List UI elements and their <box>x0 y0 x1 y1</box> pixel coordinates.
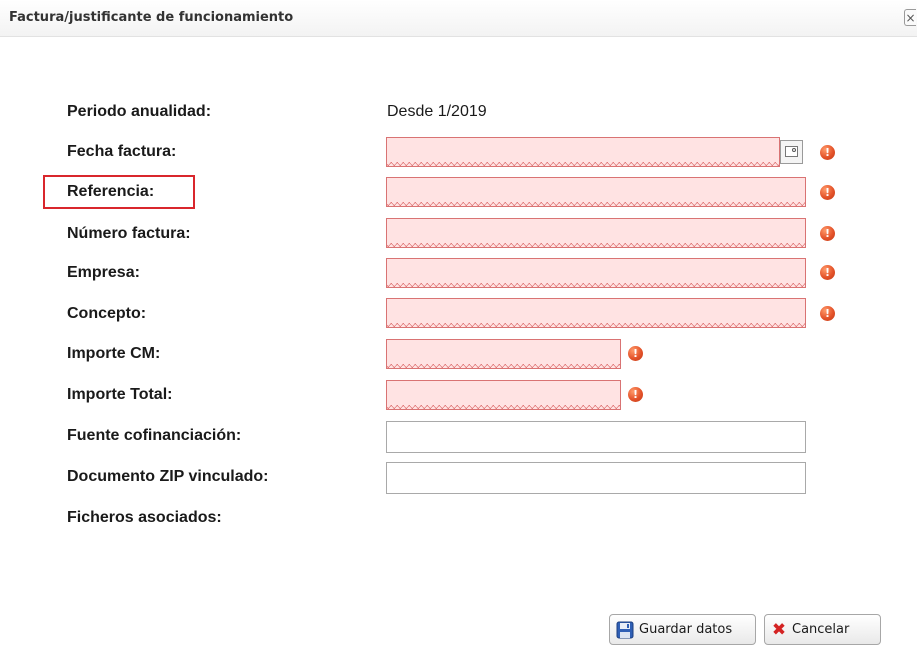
dialog-title: Factura/justificante de funcionamiento <box>9 10 294 25</box>
calendar-icon <box>785 146 798 157</box>
label-concepto: Concepto: <box>67 305 147 322</box>
dialog-titlebar: Factura/justificante de funcionamiento × <box>0 0 917 37</box>
floppy-disk-icon <box>616 621 634 639</box>
cancel-button-label: Cancelar <box>792 622 850 637</box>
empresa-input[interactable] <box>386 258 806 288</box>
close-icon: × <box>905 11 916 25</box>
concepto-input[interactable] <box>386 298 806 328</box>
warning-icon: ! <box>820 265 835 280</box>
calendar-button[interactable] <box>780 140 803 164</box>
warning-icon: ! <box>820 306 835 321</box>
referencia-input[interactable] <box>386 177 806 207</box>
close-button[interactable]: × <box>904 9 916 26</box>
fuente-cofinanciacion-input[interactable] <box>386 421 806 453</box>
save-button-label: Guardar datos <box>639 622 733 637</box>
numero-factura-input[interactable] <box>386 218 806 248</box>
importe-total-input[interactable] <box>386 380 621 410</box>
label-importe-total: Importe Total: <box>67 386 173 403</box>
label-fecha-factura: Fecha factura: <box>67 143 177 160</box>
documento-zip-input[interactable] <box>386 462 806 494</box>
label-numero-factura: Número factura: <box>67 225 191 242</box>
warning-icon: ! <box>628 346 643 361</box>
warning-icon: ! <box>628 387 643 402</box>
warning-icon: ! <box>820 185 835 200</box>
importe-cm-input[interactable] <box>386 339 621 369</box>
fecha-factura-input[interactable] <box>386 137 780 167</box>
highlight-box <box>43 175 195 209</box>
cancel-button[interactable]: ✖ Cancelar <box>764 614 881 645</box>
label-periodo-anualidad: Periodo anualidad: <box>67 103 212 120</box>
periodo-anualidad-value: Desde 1/2019 <box>387 103 487 120</box>
label-importe-cm: Importe CM: <box>67 345 161 362</box>
red-x-icon: ✖ <box>771 619 787 640</box>
label-empresa: Empresa: <box>67 264 140 281</box>
label-ficheros-asociados: Ficheros asociados: <box>67 509 222 526</box>
label-fuente-cofinanciacion: Fuente cofinanciación: <box>67 427 242 444</box>
save-button[interactable]: Guardar datos <box>609 614 756 645</box>
label-documento-zip: Documento ZIP vinculado: <box>67 468 269 485</box>
warning-icon: ! <box>820 145 835 160</box>
warning-icon: ! <box>820 226 835 241</box>
